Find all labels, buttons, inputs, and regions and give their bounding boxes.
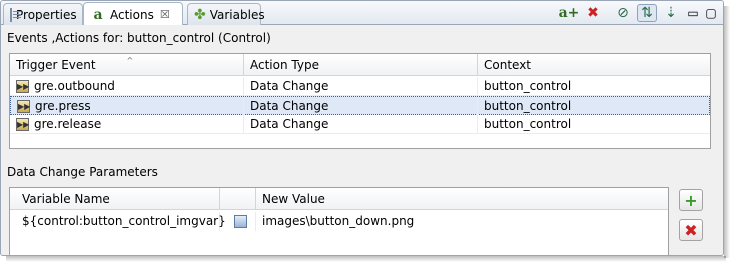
params-table: Variable Name New Value ${control:button…	[9, 187, 669, 255]
params-table-header: Variable Name New Value	[10, 188, 668, 210]
sort-toggle-icon[interactable]: ⇅	[637, 4, 657, 22]
context-cell: button_control	[484, 99, 572, 113]
actions-icon: a	[93, 6, 103, 23]
trigger-event-text: gre.press	[35, 99, 91, 113]
context-cell: button_control	[484, 117, 572, 131]
column-variable-name[interactable]: Variable Name	[10, 188, 220, 210]
table-row[interactable]: ${control:button_control_imgvar} images\…	[10, 212, 668, 231]
column-new-value[interactable]: New Value	[256, 188, 668, 210]
table-row[interactable]: ▶▶ gre.release Data Change button_contro…	[10, 115, 710, 134]
variable-picker-cell[interactable]	[220, 212, 256, 231]
minimize-icon[interactable]: ▭	[683, 4, 703, 22]
tab-actions-label: Actions	[110, 7, 154, 22]
tab-variables-label: Variables	[209, 7, 265, 22]
panel-shadow-right	[724, 6, 730, 258]
trigger-event-text: gre.outbound	[34, 79, 115, 93]
params-section-title: Data Change Parameters	[7, 165, 158, 179]
event-icon: ▶▶	[16, 80, 30, 93]
tab-actions[interactable]: a Actions ☒	[83, 2, 183, 26]
column-action-type[interactable]: Action Type	[244, 54, 478, 76]
properties-icon	[10, 7, 21, 22]
column-trigger-event-label: Trigger Event	[16, 58, 96, 72]
sort-ascending-icon: ^	[126, 56, 134, 65]
actions-content: Events ,Actions for: button_control (Con…	[1, 25, 723, 255]
column-new-value-label: New Value	[262, 192, 325, 206]
link-icon[interactable]: ⇣	[661, 4, 681, 22]
tab-properties-label: Properties	[16, 7, 77, 22]
event-icon: ▶▶	[16, 118, 30, 131]
events-table-header: ^ Trigger Event Action Type Context	[10, 54, 710, 76]
event-icon: ▶▶	[17, 100, 31, 113]
view-tab-bar: Properties a Actions ☒ ✤ Variables a+ ✖ …	[1, 1, 723, 26]
filter-icon[interactable]: ⊘	[613, 4, 633, 22]
column-action-type-label: Action Type	[250, 58, 319, 72]
tab-variables[interactable]: ✤ Variables	[187, 3, 265, 25]
variables-icon: ✤	[194, 6, 206, 23]
actions-view-panel: Properties a Actions ☒ ✤ Variables a+ ✖ …	[0, 0, 724, 256]
add-action-icon[interactable]: a+	[559, 4, 580, 22]
action-type-cell: Data Change	[244, 77, 478, 96]
trigger-cell: ▶▶ gre.outbound	[10, 77, 244, 96]
trigger-cell: ▶▶ gre.press	[11, 97, 244, 116]
action-type-cell: Data Change	[244, 97, 478, 116]
column-picker[interactable]	[220, 188, 256, 210]
variable-name-cell: ${control:button_control_imgvar}	[10, 212, 226, 231]
events-section-title: Events ,Actions for: button_control (Con…	[7, 31, 271, 45]
new-value-cell: images\button_down.png	[262, 214, 415, 228]
action-type-cell: Data Change	[244, 115, 478, 134]
events-table: ^ Trigger Event Action Type Context ▶▶ g…	[9, 53, 711, 149]
column-variable-name-label: Variable Name	[22, 192, 110, 206]
add-parameter-button[interactable]: +	[679, 189, 703, 211]
delete-action-icon[interactable]: ✖	[583, 4, 603, 22]
column-trigger-event[interactable]: ^ Trigger Event	[10, 54, 244, 76]
panel-shadow-bottom	[6, 256, 726, 262]
trigger-cell: ▶▶ gre.release	[10, 115, 244, 134]
tab-properties[interactable]: Properties	[3, 3, 83, 25]
variable-picker-icon[interactable]	[234, 215, 247, 228]
table-row-selected[interactable]: ▶▶ gre.press Data Change button_control	[10, 96, 710, 116]
column-context[interactable]: Context	[478, 54, 710, 76]
column-context-label: Context	[484, 58, 532, 72]
context-cell: button_control	[484, 79, 572, 93]
close-tab-icon[interactable]: ☒	[160, 8, 170, 21]
table-row[interactable]: ▶▶ gre.outbound Data Change button_contr…	[10, 77, 710, 96]
trigger-event-text: gre.release	[34, 117, 102, 131]
remove-parameter-button[interactable]: ✖	[679, 219, 703, 241]
maximize-icon[interactable]: ▢	[701, 4, 721, 22]
